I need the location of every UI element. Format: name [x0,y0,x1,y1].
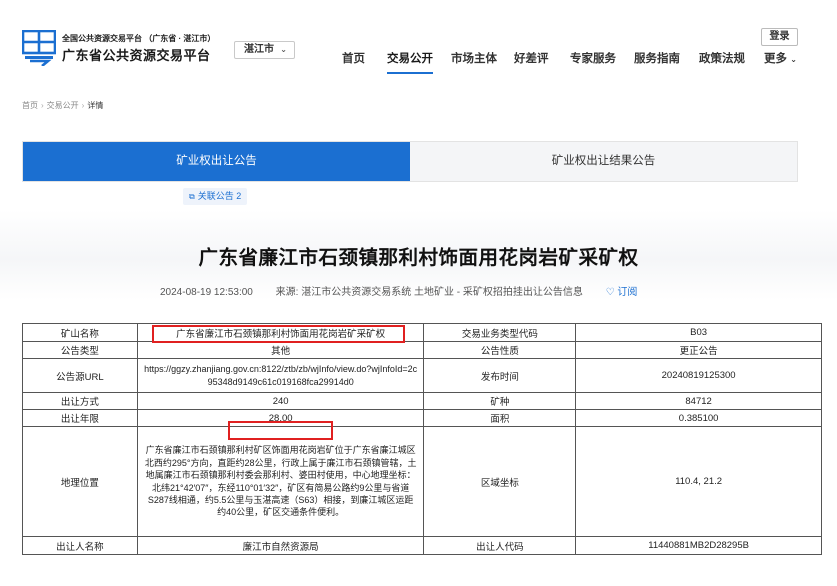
nav-item-rating[interactable]: 好差评 [514,50,549,66]
chevron-down-icon: ⌄ [790,55,797,64]
table-value: 廉江市自然资源局 [136,536,425,555]
table-key: 出让年限 [22,409,138,427]
publish-date: 2024-08-19 12:53:00 [160,287,253,298]
table-key: 面积 [423,409,577,427]
table-key: 公告源URL [22,358,138,393]
guangdong-logo-icon[interactable] [22,30,56,66]
table-row: 矿山名称 广东省廉江市石颈镇那利村饰面用花岗岩矿采矿权 交易业务类型代码 B03 [22,323,822,342]
table-key: 公告性质 [423,341,577,359]
tab-mining-right-result[interactable]: 矿业权出让结果公告 [410,142,797,181]
source-text: 湛江市公共资源交易系统 土地矿业 - 采矿权招拍挂出让公告信息 [301,287,583,298]
table-row: 地理位置 广东省廉江市石颈镇那利村矿区饰面用花岗岩矿位于广东省廉江城区北西约29… [22,426,822,537]
breadcrumb-separator-icon: › [81,101,85,110]
nav-item-market[interactable]: 市场主体 [451,50,497,66]
table-value: 0.385100 [575,409,822,427]
table-key: 出让方式 [22,392,138,410]
table-key: 区域坐标 [423,426,577,537]
location-description: 广东省廉江市石颈镇那利村矿区饰面用花岗岩矿位于广东省廉江城区北西约295°方向，… [136,426,425,537]
nav-item-trading[interactable]: 交易公开 [387,50,433,74]
table-key: 地理位置 [22,426,138,537]
table-value: 其他 [136,341,425,359]
table-row: 公告源URL https://ggzy.zhanjiang.gov.cn:812… [22,358,822,393]
table-row: 出让方式 240 矿种 84712 [22,392,822,410]
table-value: 84712 [575,392,822,410]
copy-icon: ⧉ [189,192,195,201]
nav-item-policy[interactable]: 政策法规 [699,50,745,66]
chevron-down-icon: ⌄ [280,45,287,54]
table-key: 出让人名称 [22,536,138,555]
breadcrumb-separator-icon: › [41,101,44,110]
table-value: 11440881MB2D28295B [575,536,822,555]
table-value: 240 [136,392,425,410]
site-header: 全国公共资源交易平台 （广东省 · 湛江市） 广东省公共资源交易平台 湛江市 ⌄… [0,0,837,82]
detail-table: 矿山名称 广东省廉江市石颈镇那利村饰面用花岗岩矿采矿权 交易业务类型代码 B03… [22,323,822,555]
table-row: 出让人名称 廉江市自然资源局 出让人代码 11440881MB2D28295B [22,536,822,555]
table-key: 发布时间 [423,358,577,393]
table-key: 矿种 [423,392,577,410]
nav-item-experts[interactable]: 专家服务 [570,50,616,66]
table-value: B03 [575,323,822,342]
location-text: 广东省廉江市石颈镇那利村矿区饰面用花岗岩矿位于广东省廉江城区北西约295°方向，… [144,445,417,518]
logo-subtitle: 全国公共资源交易平台 （广东省 · 湛江市） [62,34,216,43]
page-title: 广东省廉江市石颈镇那利村饰面用花岗岩矿采矿权 [198,247,639,269]
breadcrumb-current: 详情 [87,101,104,110]
breadcrumb: 首页 › 交易公开 › 详情 [22,100,103,111]
breadcrumb-trading[interactable]: 交易公开 [47,101,79,110]
table-value: 20240819125300 [575,358,822,393]
table-row: 出让年限 28.00 面积 0.385100 [22,409,822,427]
logo-title[interactable]: 广东省公共资源交易平台 [62,45,211,64]
table-value: 28.00 [136,409,425,427]
table-value: 广东省廉江市石颈镇那利村饰面用花岗岩矿采矿权 [136,323,425,342]
source-url-value: https://ggzy.zhanjiang.gov.cn:8122/ztb/z… [136,358,425,393]
source-url-text: https://ggzy.zhanjiang.gov.cn:8122/ztb/z… [144,364,418,387]
table-value: 110.4, 21.2 [575,426,822,537]
city-select[interactable]: 湛江市 ⌄ [234,41,295,59]
table-key: 出让人代码 [423,536,577,555]
breadcrumb-home[interactable]: 首页 [22,101,38,110]
nav-item-home[interactable]: 首页 [342,50,365,66]
related-label: 关联公告 2 [197,191,242,201]
table-key: 公告类型 [22,341,138,359]
announcement-meta: 2024-08-19 12:53:00 来源: 湛江市公共资源交易系统 土地矿业… [160,283,637,298]
source-label: 来源: [275,287,299,298]
heart-icon: ♡ [605,287,615,298]
nav-item-guide[interactable]: 服务指南 [634,50,680,66]
nav-item-more[interactable]: 更多 ⌄ [764,50,797,66]
table-key: 矿山名称 [22,323,138,342]
nav-more-label: 更多 [764,53,787,65]
table-key: 交易业务类型代码 [423,323,577,342]
table-row: 公告类型 其他 公告性质 更正公告 [22,341,822,359]
subscribe-button[interactable]: ♡ 订阅 [606,287,638,298]
tab-mining-right-transfer[interactable]: 矿业权出让公告 [23,142,410,181]
related-announcements-button[interactable]: ⧉ 关联公告 2 [183,188,248,205]
table-value: 更正公告 [575,341,822,359]
login-button[interactable]: 登录 [761,28,798,46]
subscribe-label: 订阅 [617,287,638,298]
announcement-tabs: 矿业权出让公告 矿业权出让结果公告 [22,141,798,182]
city-select-value: 湛江市 [244,44,274,55]
